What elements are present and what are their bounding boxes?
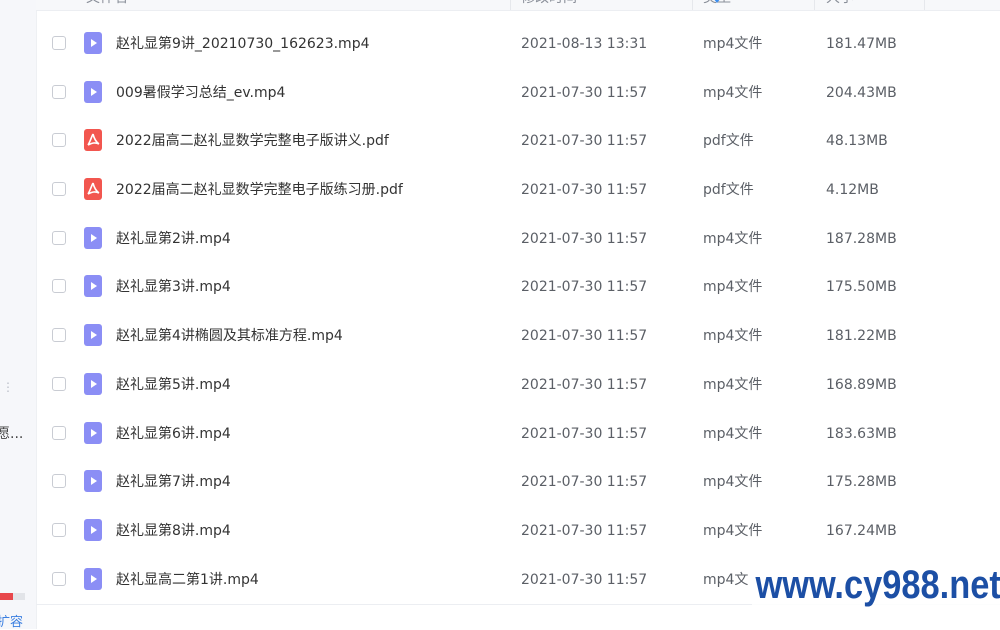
left-sidebar-strip: ⋮ 愿... 扩容 <box>0 0 37 630</box>
file-date: 2021-07-30 11:57 <box>521 230 648 247</box>
video-file-icon <box>84 32 102 54</box>
file-date: 2021-07-30 11:57 <box>521 279 648 296</box>
file-type: mp4文件 <box>703 425 763 442</box>
row-checkbox[interactable] <box>52 474 66 489</box>
video-file-icon <box>84 275 102 298</box>
file-date: 2021-07-30 11:57 <box>521 182 648 199</box>
file-list: 赵礼显第9讲_20210730_162623.mp4 2021-08-13 13… <box>36 20 1000 604</box>
file-row[interactable]: 赵礼显第2讲.mp4 2021-07-30 11:57 mp4文件 187.28… <box>36 215 1000 264</box>
row-checkbox[interactable] <box>52 279 66 294</box>
row-checkbox[interactable] <box>52 328 66 343</box>
file-size: 183.63MB <box>826 425 897 442</box>
row-checkbox[interactable] <box>52 522 66 537</box>
file-date: 2021-07-30 11:57 <box>521 133 648 150</box>
file-size: 187.28MB <box>826 230 897 247</box>
file-name[interactable]: 赵礼显第6讲.mp4 <box>116 410 231 458</box>
file-date: 2021-07-30 11:57 <box>521 425 648 442</box>
file-row[interactable]: 2022届高二赵礼显数学完整电子版练习册.pdf 2021-07-30 11:5… <box>36 166 1000 215</box>
header-divider <box>924 0 925 10</box>
video-file-icon <box>84 226 102 249</box>
file-size: 48.13MB <box>826 133 888 150</box>
file-size: 175.50MB <box>826 279 897 296</box>
file-type: mp4文 <box>703 571 749 588</box>
file-size: 4.12MB <box>826 182 879 199</box>
file-type: mp4文件 <box>703 36 763 52</box>
file-row[interactable]: 009暑假学习总结_ev.mp4 2021-07-30 11:57 mp4文件 … <box>36 69 1000 118</box>
file-name[interactable]: 009暑假学习总结_ev.mp4 <box>116 69 285 117</box>
file-name[interactable]: 2022届高二赵礼显数学完整电子版讲义.pdf <box>116 117 389 165</box>
header-modified[interactable]: 修改时间 <box>521 0 691 10</box>
file-size: 168.89MB <box>826 376 897 393</box>
header-divider <box>814 0 815 10</box>
file-size: 204.43MB <box>826 84 897 101</box>
file-name[interactable]: 赵礼显第9讲_20210730_162623.mp4 <box>116 20 370 68</box>
drag-handle-icon[interactable]: ⋮ <box>2 381 14 402</box>
file-type: mp4文件 <box>703 279 763 296</box>
video-file-icon <box>84 567 102 590</box>
file-date: 2021-07-30 11:57 <box>521 522 648 539</box>
file-name[interactable]: 赵礼显高二第1讲.mp4 <box>116 556 259 604</box>
file-row[interactable]: 赵礼显第3讲.mp4 2021-07-30 11:57 mp4文件 175.50… <box>36 263 1000 312</box>
file-date: 2021-08-13 13:31 <box>521 36 648 52</box>
file-type: mp4文件 <box>703 522 763 539</box>
file-size: 181.47MB <box>826 36 897 52</box>
row-checkbox[interactable] <box>52 571 66 586</box>
file-row[interactable]: 赵礼显第7讲.mp4 2021-07-30 11:57 mp4文件 175.28… <box>36 458 1000 507</box>
file-type: mp4文件 <box>703 230 763 247</box>
row-checkbox[interactable] <box>52 36 66 50</box>
storage-usage-bar <box>0 593 13 600</box>
file-row[interactable]: 2022届高二赵礼显数学完整电子版讲义.pdf 2021-07-30 11:57… <box>36 117 1000 166</box>
pdf-file-icon <box>84 178 102 201</box>
file-list-header: 文件名 修改时间 类型 大小 <box>36 0 1000 11</box>
file-date: 2021-07-30 11:57 <box>521 84 648 101</box>
row-checkbox[interactable] <box>52 376 66 391</box>
header-type[interactable]: 类型 <box>703 0 803 10</box>
header-divider <box>510 0 511 10</box>
row-checkbox[interactable] <box>52 133 66 148</box>
file-name[interactable]: 赵礼显第4讲椭圆及其标准方程.mp4 <box>116 312 343 360</box>
video-file-icon <box>84 80 102 103</box>
header-divider <box>692 0 693 10</box>
file-name[interactable]: 赵礼显第2讲.mp4 <box>116 215 231 263</box>
video-file-icon <box>84 324 102 347</box>
file-type: mp4文件 <box>703 376 763 393</box>
video-file-icon <box>84 518 102 541</box>
file-date: 2021-07-30 11:57 <box>521 328 648 345</box>
file-row[interactable]: 赵礼显第9讲_20210730_162623.mp4 2021-08-13 13… <box>36 20 1000 69</box>
file-name[interactable]: 赵礼显第3讲.mp4 <box>116 263 231 311</box>
file-name[interactable]: 赵礼显第5讲.mp4 <box>116 361 231 409</box>
file-type: pdf文件 <box>703 182 754 199</box>
file-row[interactable]: 赵礼显第4讲椭圆及其标准方程.mp4 2021-07-30 11:57 mp4文… <box>36 312 1000 361</box>
sidebar-truncated-text: 愿... <box>0 426 24 442</box>
file-name[interactable]: 2022届高二赵礼显数学完整电子版练习册.pdf <box>116 166 403 214</box>
header-name[interactable]: 文件名 <box>86 0 506 10</box>
row-checkbox[interactable] <box>52 84 66 99</box>
file-type: pdf文件 <box>703 133 754 150</box>
site-watermark: www.cy988.net <box>752 562 1000 608</box>
video-file-icon <box>84 372 102 395</box>
file-type: mp4文件 <box>703 474 763 491</box>
expand-storage-link[interactable]: 扩容 <box>0 611 23 630</box>
file-size: 175.28MB <box>826 474 897 491</box>
file-row[interactable]: 赵礼显第6讲.mp4 2021-07-30 11:57 mp4文件 183.63… <box>36 410 1000 459</box>
file-row[interactable]: 赵礼显第8讲.mp4 2021-07-30 11:57 mp4文件 167.24… <box>36 507 1000 556</box>
video-file-icon <box>84 470 102 493</box>
file-size: 167.24MB <box>826 522 897 539</box>
pdf-file-icon <box>84 129 102 152</box>
header-size[interactable]: 大小 <box>826 0 926 10</box>
row-checkbox[interactable] <box>52 182 66 197</box>
file-row[interactable]: 赵礼显第5讲.mp4 2021-07-30 11:57 mp4文件 168.89… <box>36 361 1000 410</box>
file-date: 2021-07-30 11:57 <box>521 571 648 588</box>
row-checkbox[interactable] <box>52 230 66 245</box>
file-name[interactable]: 赵礼显第8讲.mp4 <box>116 507 231 555</box>
file-type: mp4文件 <box>703 84 763 101</box>
file-size: 181.22MB <box>826 328 897 345</box>
row-checkbox[interactable] <box>52 425 66 440</box>
file-name[interactable]: 赵礼显第7讲.mp4 <box>116 458 231 506</box>
file-type: mp4文件 <box>703 328 763 345</box>
file-date: 2021-07-30 11:57 <box>521 376 648 393</box>
storage-free-bar <box>13 593 25 600</box>
file-date: 2021-07-30 11:57 <box>521 474 648 491</box>
video-file-icon <box>84 421 102 444</box>
